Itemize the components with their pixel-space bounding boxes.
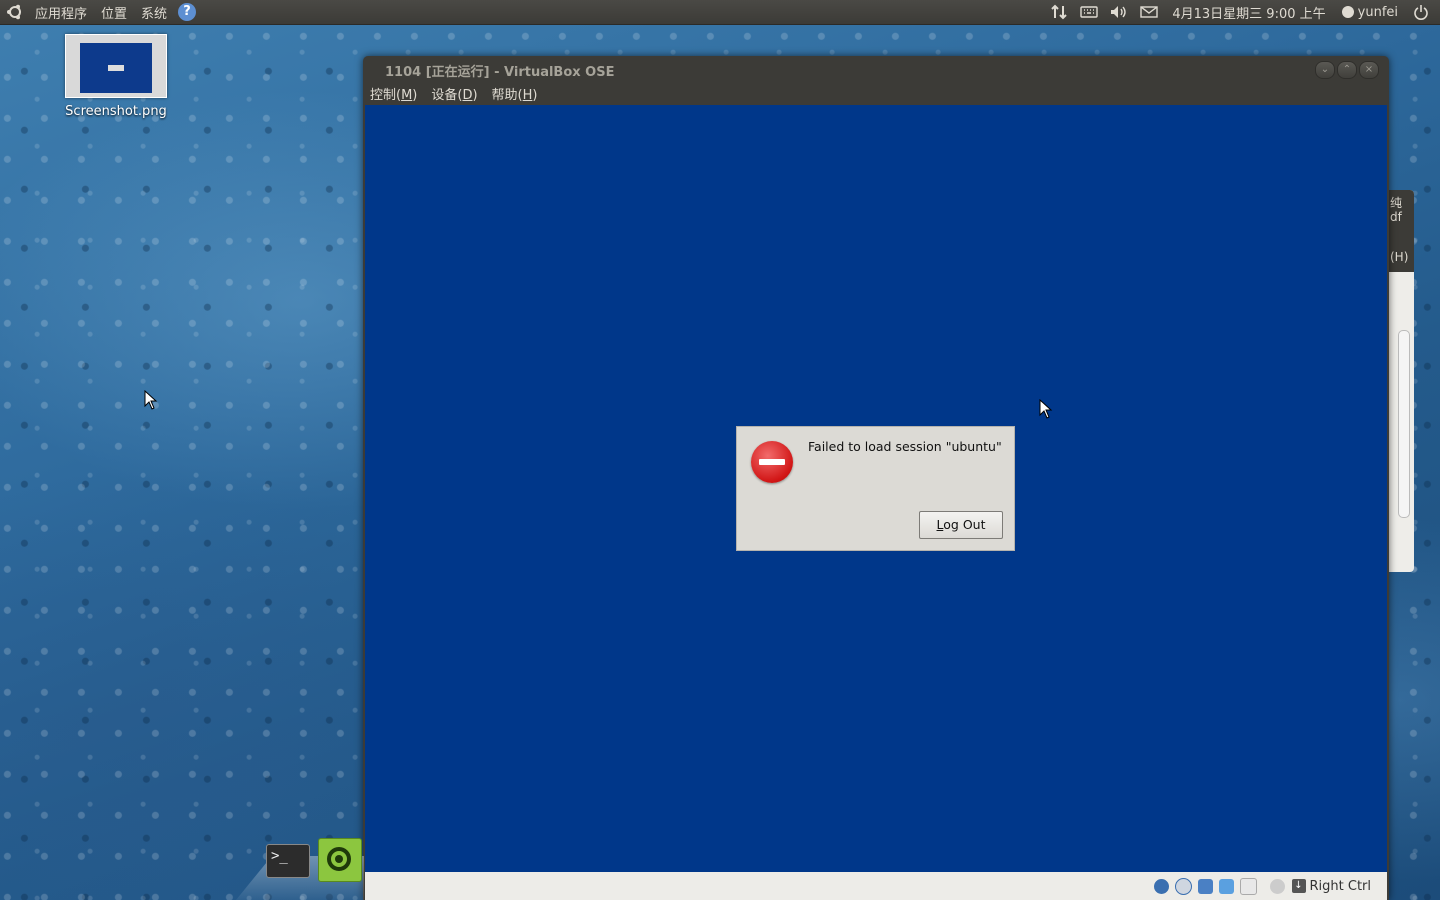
maximize-button[interactable]: ⌃ — [1337, 61, 1357, 79]
dock: >_ — [236, 836, 366, 900]
scrollbar[interactable] — [1398, 330, 1410, 518]
vbox-menubar: 控制(M) 设备(D) 帮助(H) — [363, 82, 1389, 104]
hard-disk-icon[interactable] — [1153, 878, 1169, 894]
error-icon — [751, 441, 793, 483]
user-name: yunfei — [1357, 4, 1398, 20]
keyboard-icon[interactable] — [1079, 2, 1099, 22]
network-adapter-icon[interactable] — [1197, 878, 1213, 894]
bg-window-menu[interactable]: (H) — [1390, 250, 1408, 264]
cd-dvd-icon[interactable] — [1174, 877, 1192, 895]
host-key-label: Right Ctrl — [1309, 878, 1372, 894]
user-menu[interactable]: yunfei — [1334, 5, 1406, 20]
shared-folder-icon[interactable] — [1218, 878, 1234, 894]
menu-system[interactable]: 系统 — [134, 3, 174, 22]
menu-places[interactable]: 位置 — [94, 3, 134, 22]
background-window[interactable]: 纯 df (H) — [1386, 190, 1414, 572]
window-title: 1104 [正在运行] - VirtualBox OSE — [385, 65, 615, 80]
bg-window-text: df — [1390, 210, 1402, 224]
mail-icon[interactable] — [1139, 2, 1159, 22]
top-panel: 应用程序 位置 系统 ? 4月13日星期三 9:00 上午 yunfei — [0, 0, 1440, 25]
close-button[interactable]: × — [1359, 61, 1379, 79]
network-icon[interactable] — [1049, 2, 1069, 22]
volume-icon[interactable] — [1109, 2, 1129, 22]
mouse-integration-icon[interactable] — [1269, 878, 1285, 894]
terminal-icon[interactable]: >_ — [266, 844, 310, 878]
menu-devices[interactable]: 设备(D) — [424, 84, 484, 103]
menu-applications[interactable]: 应用程序 — [28, 3, 94, 22]
user-status-icon — [1341, 6, 1354, 18]
help-icon[interactable]: ? — [178, 3, 197, 21]
error-dialog: Failed to load session "ubuntu" Log Out — [736, 426, 1015, 551]
vm-cursor-icon — [1039, 399, 1053, 419]
usb-icon[interactable] — [1239, 877, 1257, 895]
bg-window-text: 纯 — [1390, 196, 1403, 210]
menu-control[interactable]: 控制(M) — [363, 84, 424, 103]
ubuntu-logo-icon[interactable] — [6, 3, 24, 21]
desktop-file-screenshot[interactable]: Screenshot.png — [58, 34, 174, 119]
image-thumbnail-icon — [65, 34, 167, 98]
mouse-cursor-icon — [144, 390, 158, 410]
desktop-file-label: Screenshot.png — [65, 104, 167, 119]
power-icon[interactable] — [1411, 2, 1431, 22]
host-key-icon: ↓ — [1291, 879, 1306, 893]
clock[interactable]: 4月13日星期三 9:00 上午 — [1164, 3, 1333, 22]
log-out-button[interactable]: Log Out — [919, 511, 1003, 539]
window-titlebar[interactable]: 1104 [正在运行] - VirtualBox OSE ⌄ ⌃ × — [363, 56, 1389, 82]
error-message: Failed to load session "ubuntu" — [808, 439, 1002, 454]
system-tools-icon[interactable] — [318, 838, 362, 882]
vbox-statusbar: ↓ Right Ctrl — [365, 872, 1387, 900]
minimize-button[interactable]: ⌄ — [1315, 61, 1335, 79]
menu-help[interactable]: 帮助(H) — [485, 84, 545, 103]
